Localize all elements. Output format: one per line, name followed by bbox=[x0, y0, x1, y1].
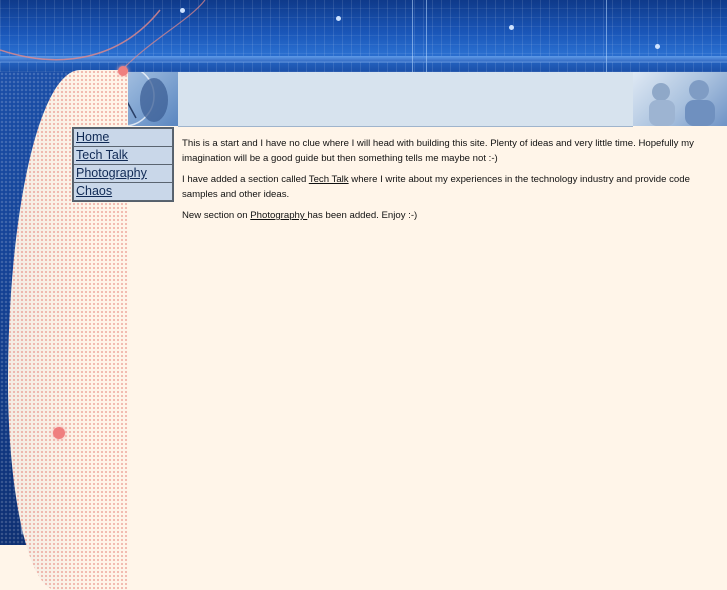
paragraph-text: New section on bbox=[182, 210, 251, 221]
header-strip bbox=[178, 72, 633, 127]
main-nav: Home Tech Talk Photography Chaos bbox=[72, 127, 174, 202]
nav-tech-talk-link[interactable]: Tech Talk bbox=[74, 147, 172, 164]
decor-dot bbox=[53, 427, 65, 439]
photography-inline-link[interactable]: Photography bbox=[250, 210, 307, 221]
paragraph-text: has been added. Enjoy :-) bbox=[307, 210, 418, 221]
tech-talk-inline-link[interactable]: Tech Talk bbox=[309, 174, 349, 185]
tech-talk-paragraph: I have added a section called Tech Talk … bbox=[182, 172, 717, 202]
paragraph-text: I have added a section called bbox=[182, 174, 309, 185]
people-photo-icon bbox=[649, 80, 715, 126]
banner-curves bbox=[0, 0, 727, 72]
nav-photography-link[interactable]: Photography bbox=[74, 165, 172, 182]
people-photo-image bbox=[633, 72, 727, 126]
decor-dot bbox=[118, 66, 128, 76]
nav-home-link[interactable]: Home bbox=[74, 129, 172, 146]
intro-paragraph: This is a start and I have no clue where… bbox=[182, 138, 694, 164]
nav-chaos-link[interactable]: Chaos bbox=[74, 183, 172, 200]
photography-paragraph: New section on Photography has been adde… bbox=[182, 208, 717, 223]
main-content: This is a start and I have no clue where… bbox=[182, 136, 717, 229]
header-banner bbox=[0, 0, 727, 72]
